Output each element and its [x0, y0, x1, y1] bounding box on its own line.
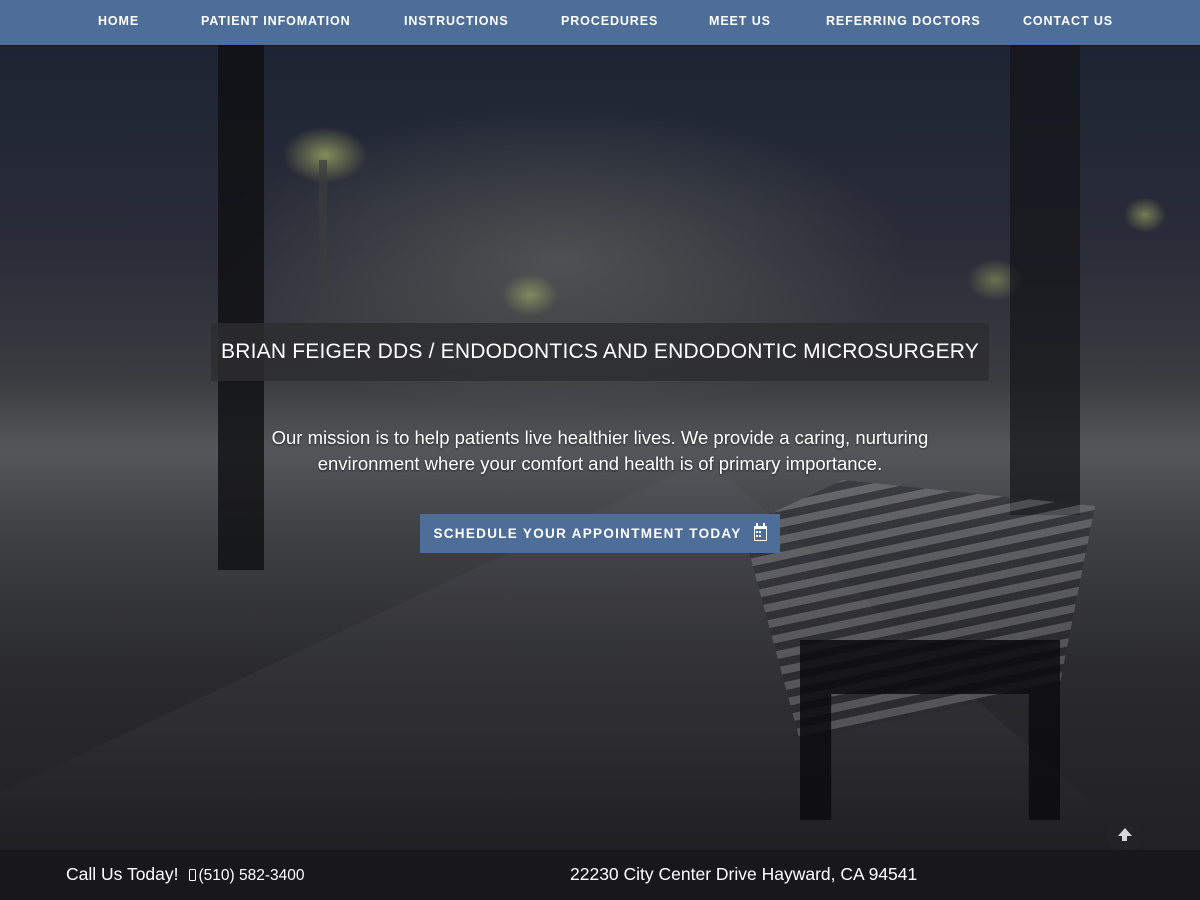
- phone-number-link[interactable]: (510) 582-3400: [199, 867, 305, 884]
- lamp-post: [319, 160, 327, 330]
- call-us-label: Call Us Today!: [66, 864, 179, 884]
- nav-item-home[interactable]: HOME: [98, 0, 139, 45]
- tree-trunk: [218, 45, 264, 570]
- schedule-appointment-label: SCHEDULE YOUR APPOINTMENT TODAY: [433, 526, 742, 541]
- page-title: BRIAN FEIGER DDS / ENDODONTICS AND ENDOD…: [221, 340, 979, 363]
- main-navigation: HOME PATIENT INFOMATION INSTRUCTIONS PRO…: [0, 0, 1200, 45]
- scroll-to-top-button[interactable]: [1106, 816, 1143, 853]
- footer-call-block: Call Us Today! (510) 582-3400: [66, 850, 305, 900]
- mission-statement: Our mission is to help patients live hea…: [271, 427, 929, 474]
- nav-item-procedures[interactable]: PROCEDURES: [561, 0, 658, 45]
- calendar-icon: [753, 523, 767, 541]
- footer-bar: Call Us Today! (510) 582-3400 22230 City …: [0, 850, 1200, 900]
- mobile-phone-icon: [188, 869, 196, 881]
- hero-title-box: BRIAN FEIGER DDS / ENDODONTICS AND ENDOD…: [211, 323, 989, 381]
- nav-item-patient-information[interactable]: PATIENT INFOMATION: [201, 0, 351, 45]
- nav-item-referring-doctors[interactable]: REFERRING DOCTORS: [826, 0, 981, 45]
- nav-item-instructions[interactable]: INSTRUCTIONS: [404, 0, 509, 45]
- arrow-up-icon: [1117, 827, 1132, 841]
- nav-item-meet-us[interactable]: MEET US: [709, 0, 771, 45]
- tree-trunk: [1010, 45, 1080, 515]
- office-address: 22230 City Center Drive Hayward, CA 9454…: [570, 864, 918, 884]
- schedule-appointment-button[interactable]: SCHEDULE YOUR APPOINTMENT TODAY: [420, 514, 780, 553]
- nav-item-contact-us[interactable]: CONTACT US: [1023, 0, 1113, 45]
